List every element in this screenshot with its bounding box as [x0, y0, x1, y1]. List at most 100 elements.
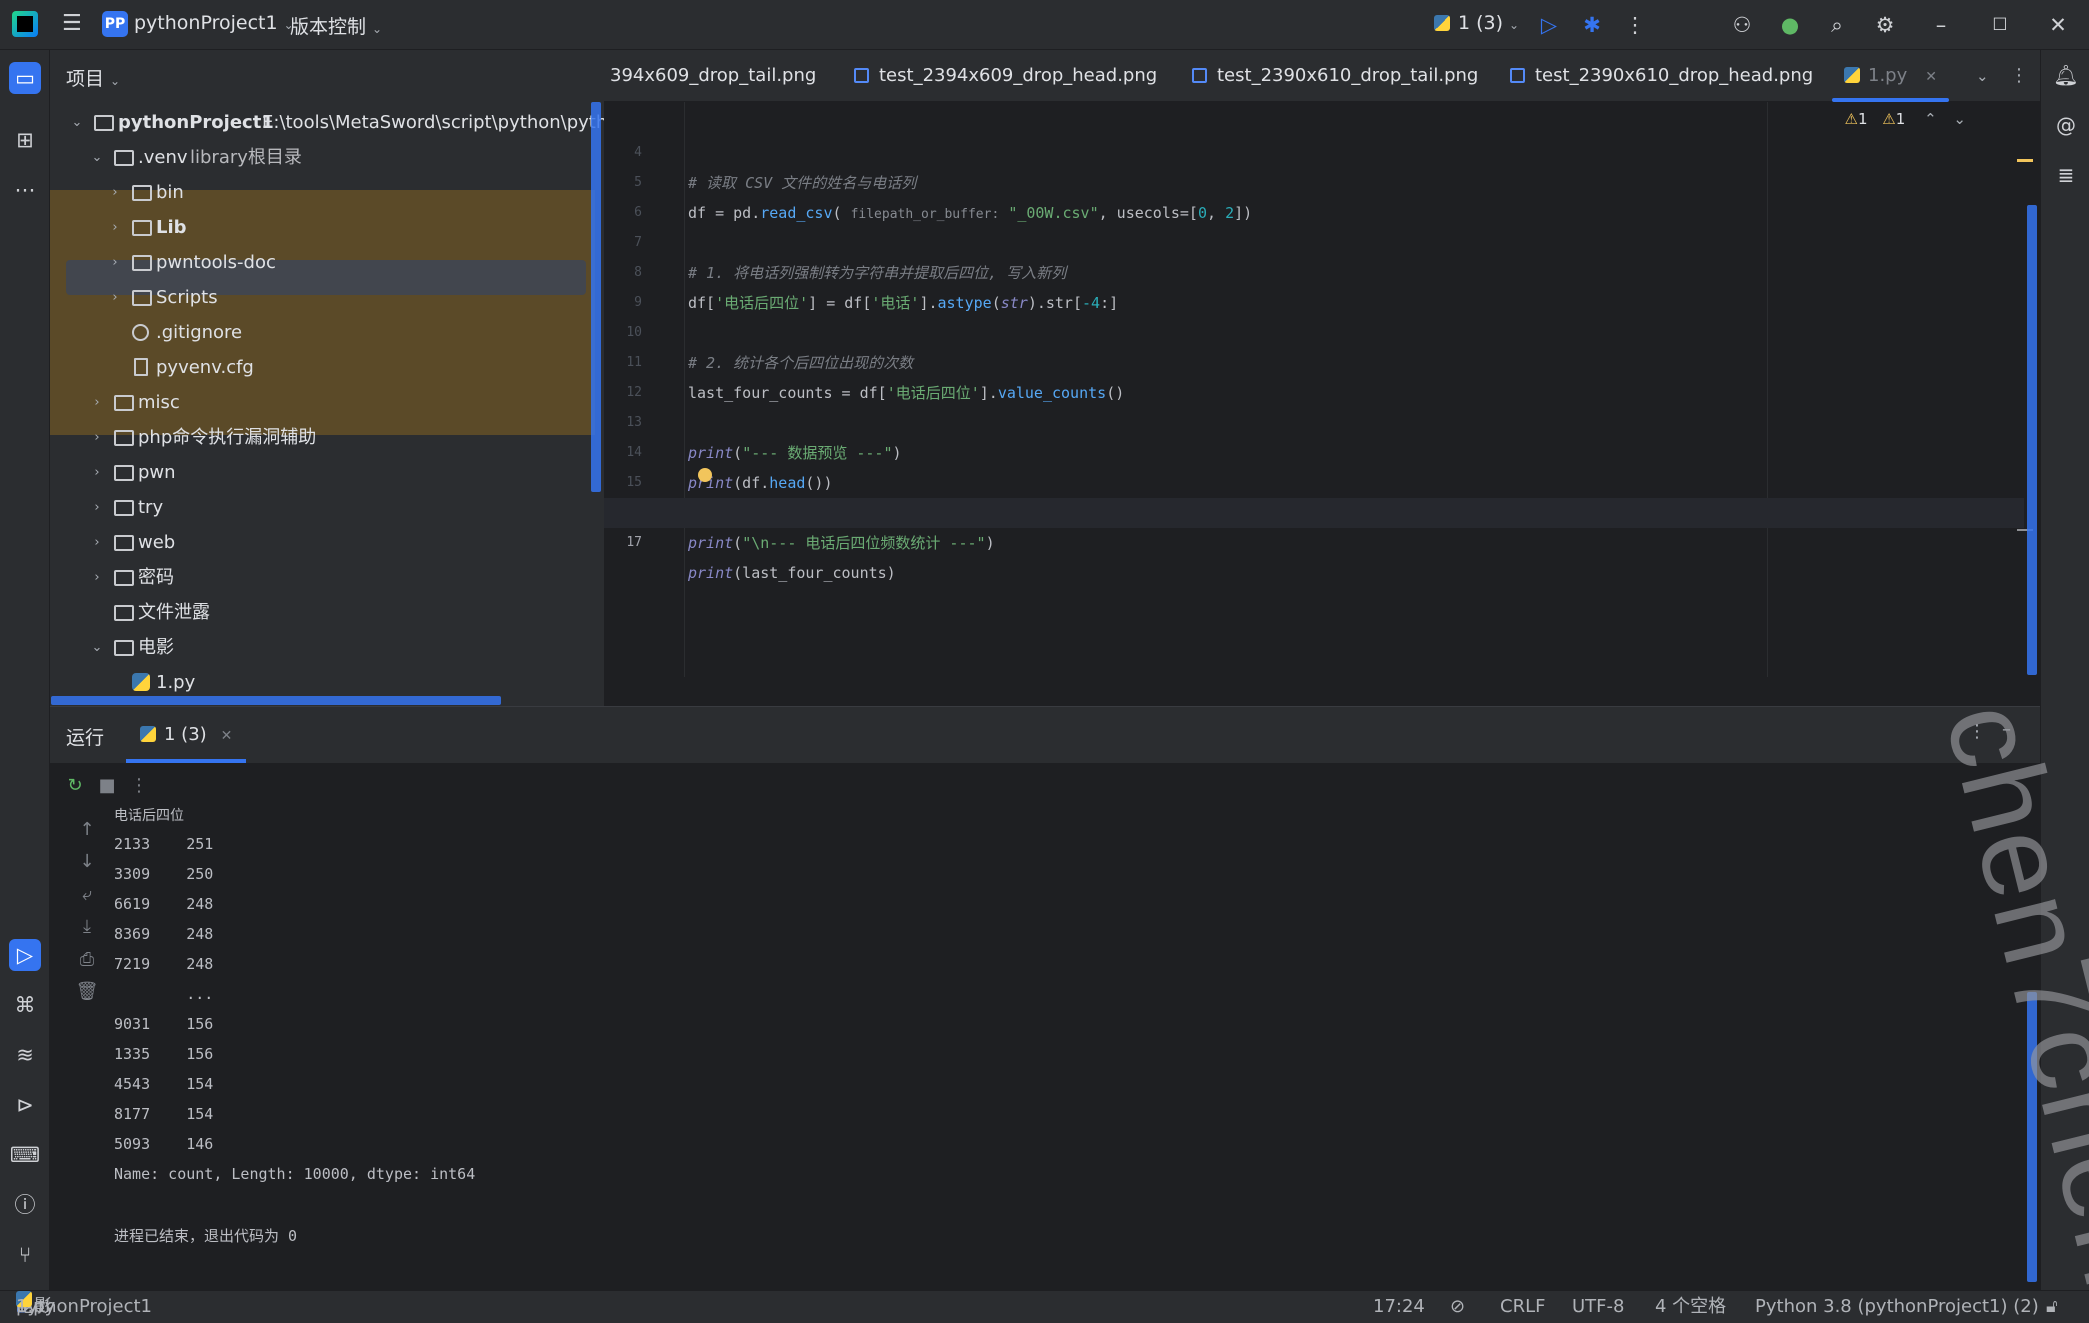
project-vertical-scrollbar[interactable]: [591, 102, 601, 492]
tree-item-try[interactable]: › try: [50, 490, 604, 525]
chevron-down-icon: ⌄: [91, 640, 103, 655]
minimize-icon[interactable]: –: [1926, 10, 1956, 40]
tree-item-misc[interactable]: › misc: [50, 385, 604, 420]
breadcrumb-file[interactable]: 1.py: [16, 1291, 55, 1323]
python-interpreter[interactable]: Python 3.8 (pythonProject1) (2): [1755, 1291, 2039, 1323]
maximize-icon[interactable]: ☐: [1985, 10, 2015, 40]
tree-item-project-root[interactable]: ⌄ pythonProject1 E:\tools\MetaSword\scri…: [50, 105, 604, 140]
project-folder-icon[interactable]: ▭: [9, 62, 41, 94]
database-icon[interactable]: ≣: [2051, 160, 2081, 190]
stop-icon[interactable]: ■: [94, 773, 120, 799]
warning-stripe-marker[interactable]: [2017, 159, 2033, 162]
main-menu-icon[interactable]: ☰: [62, 13, 84, 35]
read-only-lock-icon[interactable]: 🔓︎: [2046, 1291, 2058, 1323]
terminal-icon[interactable]: ⌨: [9, 1139, 41, 1171]
clear-all-icon[interactable]: 🗑︎: [74, 979, 100, 1005]
run-tool-icon[interactable]: ▷: [9, 939, 41, 971]
notifications-bell-icon[interactable]: 🔔︎: [2051, 60, 2081, 90]
tree-item-lib[interactable]: › Lib: [50, 210, 604, 245]
tab-list-chevron-icon[interactable]: ⌄: [1976, 50, 1989, 102]
vcs-menu[interactable]: 版本控制 ⌄: [290, 12, 382, 39]
run-output-scrollbar[interactable]: [2027, 992, 2037, 1282]
run-more-icon[interactable]: ⋮: [1968, 721, 1986, 742]
scroll-up-icon[interactable]: ↑: [74, 817, 100, 843]
code-vision-icon[interactable]: ⊘: [1450, 1291, 1465, 1323]
project-switcher[interactable]: pythonProject1 ⌄: [134, 12, 294, 34]
scroll-to-end-icon[interactable]: ⤓: [74, 914, 100, 940]
add-user-icon[interactable]: ⚇: [1727, 10, 1757, 40]
code-editor[interactable]: ⚠1 ⚠1 ⌃ ⌄ 4 # 读取 CSV 文件的姓名与电话列 5 df = pd…: [604, 102, 2040, 677]
chevron-right-icon: ›: [112, 220, 118, 235]
tree-item-movie[interactable]: ⌄ 电影: [50, 630, 604, 665]
tree-item-venv[interactable]: ⌄ .venv library根目录: [50, 140, 604, 175]
close-icon[interactable]: ✕: [2043, 10, 2073, 40]
tab-more-icon[interactable]: ⋮: [2010, 50, 2028, 102]
run-config-selector[interactable]: 1 (3) ⌄: [1434, 12, 1519, 34]
scroll-down-icon[interactable]: ↓: [74, 849, 100, 875]
tree-item-1py[interactable]: 1.py: [50, 665, 604, 700]
ai-chat-icon[interactable]: @: [2051, 110, 2081, 140]
layers-icon[interactable]: ≋: [9, 1039, 41, 1071]
code-line: 12: [604, 348, 2024, 400]
tree-item-label: pwntools-doc: [156, 252, 276, 273]
editor-tab-active[interactable]: 1.py ✕: [1832, 50, 1949, 102]
close-tab-icon[interactable]: ✕: [1925, 69, 1937, 85]
library-root-tag: library根目录: [190, 147, 302, 168]
tab-label: test_2390x610_drop_head.png: [1535, 65, 1814, 86]
rerun-icon[interactable]: ↻: [62, 773, 88, 799]
more-actions-icon[interactable]: ⋮: [1620, 10, 1650, 40]
project-panel-title: 项目: [66, 68, 105, 90]
run-tab[interactable]: 1 (3) ✕: [126, 707, 247, 763]
output-line: 8177 154: [114, 1105, 214, 1123]
hide-panel-icon[interactable]: –: [2002, 719, 2011, 740]
project-panel-header[interactable]: 项目 ⌄: [66, 64, 120, 91]
status-bar: ▢ pythonProject1 › 电影 › 1.py 17:24 ⊘ CRL…: [0, 1290, 2089, 1323]
tree-item-web[interactable]: › web: [50, 525, 604, 560]
chevron-right-icon: ›: [94, 395, 100, 410]
file-encoding[interactable]: UTF-8: [1572, 1291, 1624, 1323]
ignore-file-icon: [132, 324, 149, 341]
settings-gear-icon[interactable]: ⚙: [1870, 10, 1900, 40]
soft-wrap-icon[interactable]: ⤶: [74, 882, 100, 908]
editor-tab[interactable]: test_2394x609_drop_head.png: [854, 50, 1157, 102]
services-icon[interactable]: ⊳: [9, 1089, 41, 1121]
project-horizontal-scrollbar[interactable]: [51, 696, 501, 705]
run-options-icon[interactable]: ⋮: [126, 773, 152, 799]
config-file-icon: [134, 358, 148, 376]
folder-icon: [132, 185, 152, 201]
tree-item-bin[interactable]: › bin: [50, 175, 604, 210]
python-console-icon[interactable]: ⌘: [9, 989, 41, 1021]
tree-item-pyvenv-cfg[interactable]: pyvenv.cfg: [50, 350, 604, 385]
output-line: 6619 248: [114, 895, 214, 913]
tree-item-gitignore[interactable]: .gitignore: [50, 315, 604, 350]
indent-setting[interactable]: 4 个空格: [1655, 1291, 1726, 1323]
close-tab-icon[interactable]: ✕: [221, 728, 233, 744]
run-icon[interactable]: ▷: [1534, 10, 1564, 40]
print-icon[interactable]: ⎙: [74, 947, 100, 973]
intention-bulb-icon[interactable]: [698, 468, 712, 482]
more-tools-icon[interactable]: ⋯: [9, 174, 41, 206]
tree-item-php[interactable]: › php命令执行漏洞辅助: [50, 420, 604, 455]
tree-item-pwntools-doc[interactable]: › pwntools-doc: [50, 245, 604, 280]
output-line: 4543 154: [114, 1075, 214, 1093]
tree-item-crypto[interactable]: › 密码: [50, 560, 604, 595]
tree-item-pwn[interactable]: › pwn: [50, 455, 604, 490]
problems-icon[interactable]: ⓘ: [9, 1189, 41, 1221]
editor-tab[interactable]: 394x609_drop_tail.png: [610, 50, 816, 102]
editor-tab[interactable]: test_2390x610_drop_tail.png: [1192, 50, 1478, 102]
tree-item-scripts[interactable]: › Scripts: [50, 280, 604, 315]
ai-assistant-icon[interactable]: ●: [1775, 10, 1805, 40]
search-icon[interactable]: ⌕: [1822, 10, 1852, 40]
tree-item-label: bin: [156, 182, 184, 203]
chevron-right-icon: ›: [112, 185, 118, 200]
editor-scrollbar[interactable]: [2027, 205, 2037, 675]
editor-tab[interactable]: test_2390x610_drop_head.png: [1510, 50, 1813, 102]
editor-tab-bar: 394x609_drop_tail.png test_2394x609_drop…: [604, 50, 2040, 102]
structure-icon[interactable]: ⊞: [9, 124, 41, 156]
project-badge[interactable]: PP: [102, 11, 128, 37]
tree-item-file-leak[interactable]: 文件泄露: [50, 595, 604, 630]
debug-icon[interactable]: ✱: [1577, 10, 1607, 40]
git-branch-icon[interactable]: ⑂: [9, 1239, 41, 1271]
caret-position[interactable]: 17:24: [1373, 1291, 1425, 1323]
line-separator[interactable]: CRLF: [1500, 1291, 1545, 1323]
